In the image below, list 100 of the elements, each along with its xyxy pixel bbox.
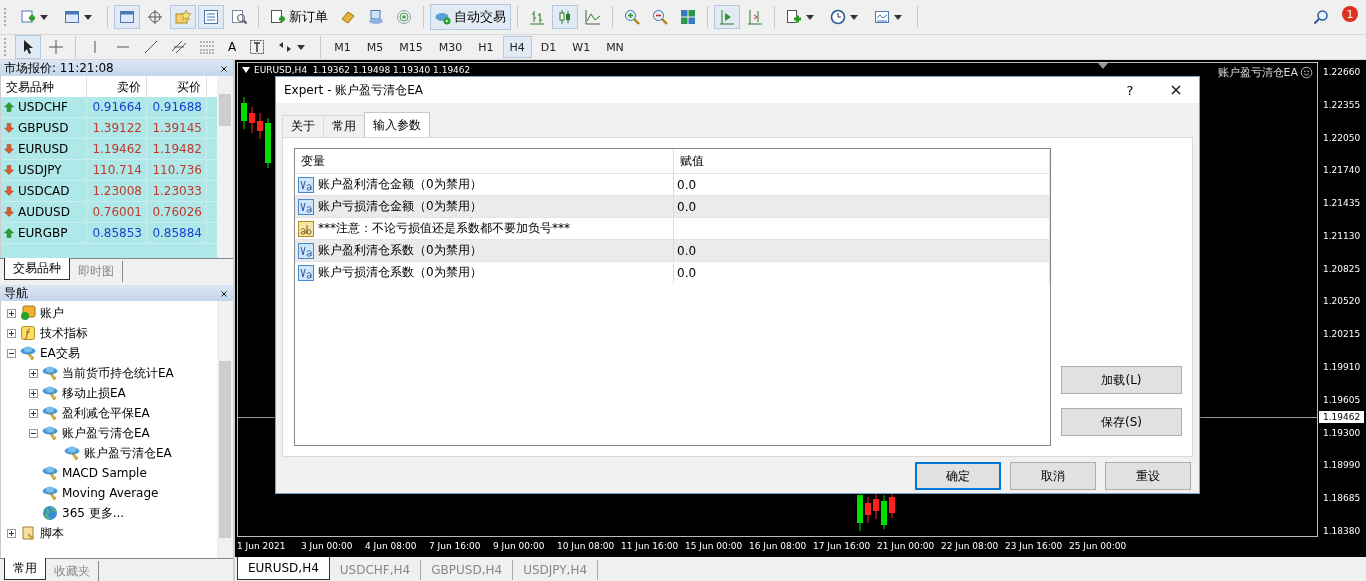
timeframe-button[interactable]: M15 — [392, 36, 430, 58]
expand-icon[interactable] — [29, 368, 38, 378]
new-order-button[interactable]: 新订单 — [265, 4, 333, 30]
dialog-button[interactable]: 取消 — [1010, 462, 1096, 490]
symbol-cell[interactable]: USDCHF — [1, 97, 87, 117]
bar-chart-icon[interactable] — [529, 9, 545, 25]
folder-star-icon[interactable] — [175, 9, 191, 25]
navigator-item[interactable]: 账户盈亏清仓EA — [1, 443, 217, 463]
symbol-cell[interactable]: USDCAD — [1, 181, 87, 201]
column-header[interactable]: 赋值 — [674, 149, 1050, 174]
timeframe-button[interactable]: M5 — [359, 36, 391, 58]
dialog-tab[interactable]: 输入参数 — [364, 112, 430, 137]
new-chart-icon[interactable] — [20, 9, 36, 25]
collapse-icon[interactable] — [7, 348, 16, 358]
navigator-item[interactable]: EA交易 — [1, 343, 217, 363]
indicators-icon[interactable] — [786, 9, 802, 25]
text-label-icon[interactable] — [249, 39, 266, 55]
timeframe-button[interactable]: M30 — [431, 36, 470, 58]
symbol-name: EURGBP — [18, 226, 68, 240]
text-tool-button[interactable]: A — [222, 40, 243, 54]
panel-tab[interactable]: 交易品种 — [4, 258, 70, 280]
parameter-name-cell[interactable]: 账户盈利清仓系数（0为禁用） — [295, 240, 674, 261]
column-header[interactable]: 交易品种 — [1, 76, 87, 99]
parameter-name: 账户亏损清仓系数（0为禁用） — [318, 264, 482, 281]
symbol-cell[interactable]: GBPUSD — [1, 118, 87, 138]
navigator-item[interactable]: Moving Average — [1, 483, 217, 503]
parameter-value-cell[interactable]: 0.0 — [674, 240, 1050, 261]
navigator-item[interactable]: 账户盈亏清仓EA — [1, 423, 217, 443]
scrollbar[interactable] — [217, 301, 233, 558]
parameter-name-cell[interactable]: 账户亏损清仓金额（0为禁用） — [295, 196, 674, 217]
dialog-button[interactable]: 确定 — [915, 462, 1001, 490]
symbol-cell[interactable]: USDJPY — [1, 160, 87, 180]
template-icon[interactable] — [874, 9, 890, 25]
dialog-button[interactable]: 重设 — [1105, 462, 1191, 490]
chart-tab[interactable]: EURUSD,H4 — [237, 557, 330, 580]
expand-icon[interactable] — [29, 408, 38, 418]
terminal-icon[interactable] — [203, 9, 219, 25]
crosshair-icon[interactable] — [147, 9, 163, 25]
shift-marker-icon[interactable] — [1098, 63, 1108, 69]
navigator-item[interactable]: 脚本 — [1, 523, 217, 543]
timeframe-button[interactable]: MN — [599, 36, 631, 58]
notification-badge[interactable]: 1 — [1342, 6, 1358, 22]
expand-icon[interactable] — [7, 528, 16, 538]
navigator-item[interactable]: 账户 — [1, 303, 217, 323]
tile-windows-icon[interactable] — [680, 9, 696, 25]
bid-cell: 0.85853 — [87, 223, 147, 243]
collapse-icon[interactable] — [29, 428, 38, 438]
column-header[interactable]: 买价 — [147, 76, 207, 99]
parameter-value-cell[interactable]: 0.0 — [674, 262, 1050, 283]
autotrading-button[interactable]: 自动交易 — [430, 4, 511, 30]
symbol-cell[interactable]: AUDUSD — [1, 202, 87, 222]
parameter-value-cell[interactable]: 0.0 — [674, 196, 1050, 217]
line-chart-icon[interactable] — [585, 9, 601, 25]
bid-cell: 0.76001 — [87, 202, 147, 222]
market-watch-icon[interactable] — [119, 9, 135, 25]
dialog-button[interactable]: 保存(S) — [1061, 408, 1182, 436]
panel-tab[interactable]: 常用 — [4, 558, 46, 580]
price-label: 1.22050 — [1322, 131, 1362, 144]
column-header[interactable]: 变量 — [295, 149, 674, 174]
search-icon[interactable] — [1313, 9, 1329, 25]
navigator-item[interactable]: 技术指标 — [1, 323, 217, 343]
clock-icon[interactable] — [830, 9, 846, 25]
timeframe-button[interactable]: D1 — [533, 36, 564, 58]
bid-cell: 1.23008 — [87, 181, 147, 201]
autoscroll-icon[interactable] — [719, 9, 735, 25]
ask-cell: 0.85884 — [147, 223, 207, 243]
navigator-item[interactable]: 盈利减仓平保EA — [1, 403, 217, 423]
timeframe-button[interactable]: H1 — [471, 36, 501, 58]
chart-shift-icon[interactable] — [747, 9, 763, 25]
navigator-item[interactable]: 当前货币持仓统计EA — [1, 363, 217, 383]
expand-icon[interactable] — [7, 308, 16, 318]
candlestick-icon[interactable] — [557, 9, 573, 25]
navigator-item[interactable]: MACD Sample — [1, 463, 217, 483]
parameter-name-cell[interactable]: 账户亏损清仓系数（0为禁用） — [295, 262, 674, 283]
help-button[interactable]: ? — [1107, 77, 1153, 103]
trendline-icon[interactable] — [143, 39, 159, 55]
navigator-item[interactable]: 移动止损EA — [1, 383, 217, 403]
signal-icon[interactable] — [396, 9, 412, 25]
price-label: 1.19605 — [1322, 393, 1362, 406]
navigator-item[interactable]: 365 更多... — [1, 503, 217, 523]
timeframe-button[interactable]: M1 — [327, 36, 358, 58]
timeframe-button[interactable]: W1 — [565, 36, 598, 58]
zoom-in-icon[interactable] — [624, 9, 640, 25]
variable-icon — [298, 198, 314, 215]
windows-icon[interactable] — [64, 9, 80, 25]
symbol-name: USDJPY — [18, 163, 62, 177]
ingot-icon[interactable] — [340, 9, 356, 25]
column-header[interactable]: 卖价 — [87, 76, 147, 99]
channel-icon[interactable] — [171, 39, 187, 55]
symbol-cell[interactable]: EURUSD — [1, 139, 87, 159]
expand-icon[interactable] — [29, 388, 38, 398]
symbol-cell[interactable]: EURGBP — [1, 223, 87, 243]
scrollbar[interactable] — [217, 76, 233, 258]
expand-icon[interactable] — [7, 328, 16, 338]
timeframe-button[interactable]: H4 — [502, 36, 532, 58]
dropdown-triangle-icon[interactable] — [242, 67, 250, 73]
zoom-out-icon[interactable] — [652, 9, 668, 25]
dialog-tab[interactable]: 关于 — [282, 115, 324, 137]
hat-icon — [64, 445, 80, 461]
dialog-button[interactable]: 加载(L) — [1061, 366, 1182, 394]
